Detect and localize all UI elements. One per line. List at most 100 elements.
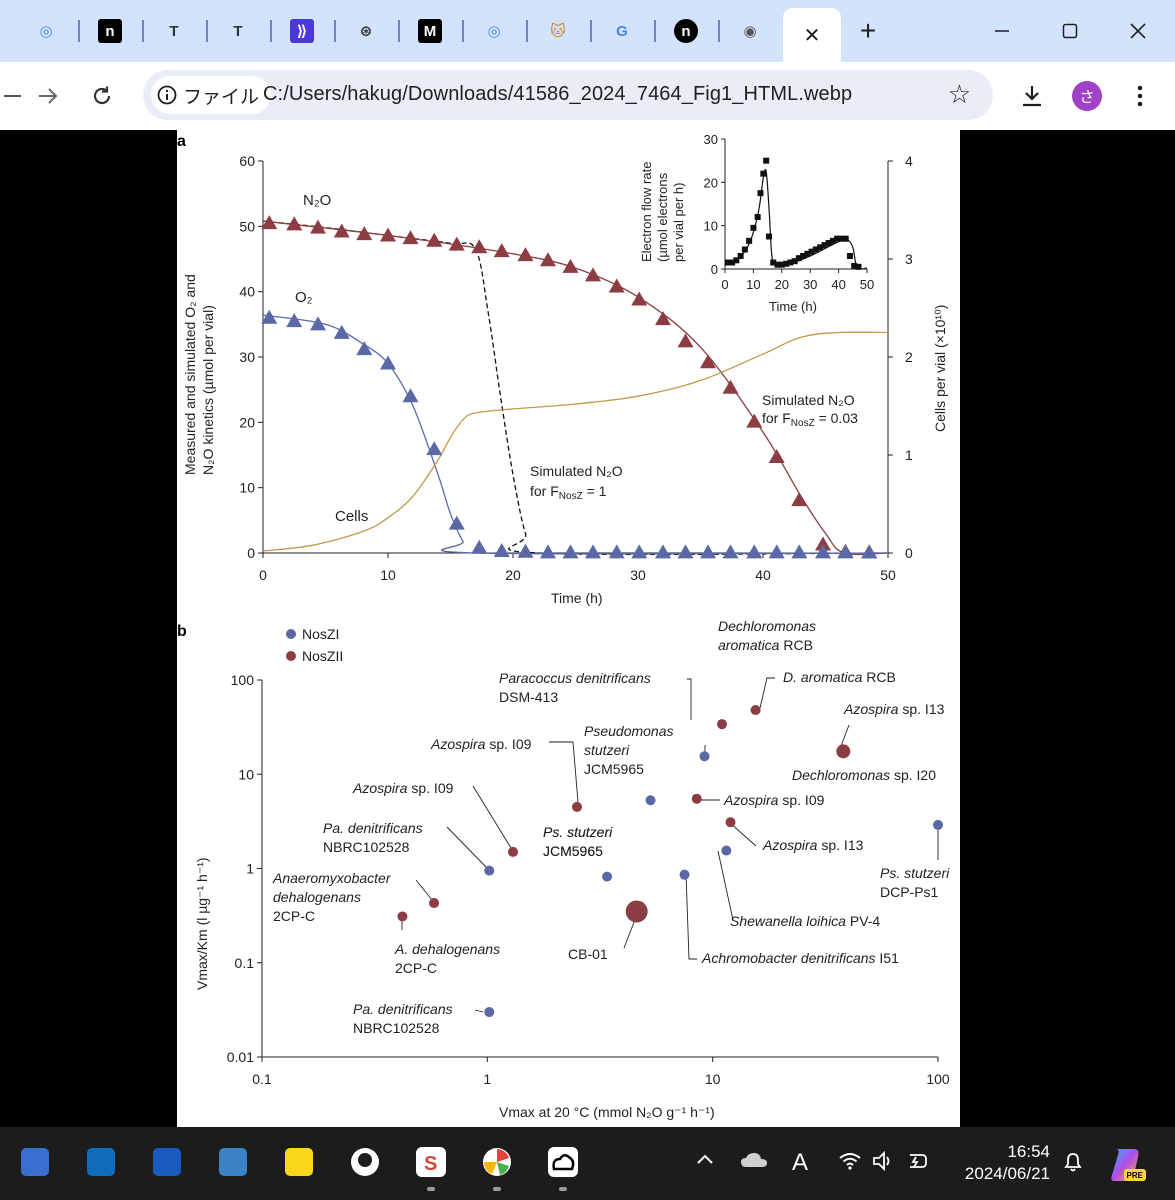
- panel-a-y-tick-label: 60: [239, 153, 255, 169]
- o2-point: [700, 544, 716, 559]
- species-label-part: sp. I13: [898, 701, 944, 717]
- annot-sim2-tail: = 0.03: [815, 410, 858, 426]
- taskbar-running-indicator: [559, 1187, 567, 1191]
- annot-sim2-line2: for FNosZ = 0.03: [762, 410, 858, 429]
- noszii-point: [625, 900, 648, 923]
- species-label: Pseudomonas: [584, 723, 674, 739]
- maximize-button[interactable]: [1050, 14, 1090, 48]
- wifi-icon[interactable]: [838, 1151, 862, 1177]
- panel-b-x-axis-label: Vmax at 20 °C (mmol N₂O g⁻¹ h⁻¹): [499, 1104, 715, 1120]
- species-label: JCM5965: [584, 761, 644, 777]
- legend-marker-noszi: [286, 629, 296, 639]
- panel-a-x-axis-label: Time (h): [551, 590, 603, 606]
- species-label: Shewanella loihica PV-4: [730, 913, 880, 929]
- species-label: Azospira sp. I13: [762, 837, 864, 853]
- back-button[interactable]: [0, 78, 30, 114]
- annot-sim1-line2: for FNosZ = 1: [530, 483, 607, 502]
- noszii-point: [836, 744, 851, 759]
- browser-tab-1[interactable]: ◎: [14, 8, 78, 54]
- download-button[interactable]: [1014, 78, 1050, 114]
- species-label: Azospira sp. I09: [352, 780, 454, 796]
- sticky-notes-icon[interactable]: [278, 1141, 320, 1183]
- n2o-point: [562, 258, 579, 273]
- menu-button[interactable]: [1124, 78, 1156, 114]
- o2-point: [746, 544, 763, 559]
- copilot-icon[interactable]: PRE: [1108, 1145, 1146, 1183]
- browser-tab-5[interactable]: ⟫: [270, 8, 334, 54]
- browser-tab-7[interactable]: M: [398, 8, 462, 54]
- word-icon[interactable]: [146, 1141, 188, 1183]
- s-app-icon[interactable]: S: [410, 1141, 452, 1183]
- notepad-icon[interactable]: [212, 1141, 254, 1183]
- bookmark-star-icon[interactable]: ☆: [948, 79, 971, 110]
- pond-icon: ◎: [487, 23, 501, 40]
- n2o-point: [517, 247, 534, 262]
- cat-image-icon: 🐱: [550, 23, 566, 40]
- o2-point: [333, 324, 350, 339]
- active-tab[interactable]: ✕: [783, 8, 841, 62]
- site-info-chip[interactable]: ファイル: [151, 76, 272, 114]
- panel-b-y-tick-label: 100: [231, 672, 255, 688]
- browser-tab-9[interactable]: 🐱: [526, 8, 590, 54]
- calculator-icon[interactable]: [14, 1141, 56, 1183]
- outlook-icon[interactable]: [80, 1141, 122, 1183]
- volume-icon[interactable]: [872, 1150, 896, 1177]
- reload-button[interactable]: [84, 78, 120, 114]
- panel-a-y-tick-label: 10: [239, 480, 255, 496]
- close-window-button[interactable]: [1118, 14, 1158, 48]
- species-label: 2CP-C: [273, 908, 315, 924]
- svg-text:S: S: [424, 1153, 437, 1175]
- browser-tab-4[interactable]: T: [206, 8, 270, 54]
- pinwheel-icon[interactable]: [476, 1141, 518, 1183]
- cloud-app-icon[interactable]: [542, 1141, 584, 1183]
- panel-a-inset-chart: 0 10 20 30 0 10 20 30 40 50: [704, 132, 875, 292]
- browser-tab-12[interactable]: ◉: [718, 8, 782, 54]
- new-tab-button[interactable]: +: [850, 14, 886, 48]
- browser-tab-11[interactable]: n: [654, 8, 718, 54]
- inset-y-tick-label: 30: [704, 132, 718, 147]
- panel-b-x-tick-label: 1: [483, 1071, 491, 1087]
- tray-chevron-icon[interactable]: [695, 1149, 715, 1175]
- browser-tab-6[interactable]: ⊛: [334, 8, 398, 54]
- species-label: Dechloromonas: [718, 618, 816, 634]
- onedrive-icon[interactable]: [740, 1151, 768, 1175]
- species-label-part: A. dehalogenans: [394, 941, 500, 957]
- forward-button[interactable]: [30, 78, 66, 114]
- url-text[interactable]: C:/Users/hakug/Downloads/41586_2024_7464…: [263, 83, 852, 106]
- minimize-button[interactable]: [982, 14, 1022, 48]
- panel-a-x-tick-label: 40: [755, 567, 771, 583]
- profile-avatar[interactable]: さ: [1072, 81, 1102, 111]
- species-label-part: CB-01: [568, 946, 608, 962]
- species-label: NBRC102528: [353, 1020, 440, 1036]
- noszii-point: [725, 817, 736, 828]
- browser-tab-2[interactable]: n: [78, 8, 142, 54]
- species-label-part: Pseudomonas: [584, 723, 674, 739]
- browser-tab-3[interactable]: T: [142, 8, 206, 54]
- noszi-point: [602, 871, 613, 882]
- inset-point: [842, 235, 849, 242]
- address-bar[interactable]: ファイル C:/Users/hakug/Downloads/41586_2024…: [143, 70, 993, 120]
- panel-b-x-tick-label: 10: [705, 1071, 721, 1087]
- species-label-part: I51: [876, 950, 900, 966]
- browser-tab-8[interactable]: ◎: [462, 8, 526, 54]
- battery-icon[interactable]: [906, 1151, 932, 1177]
- leader-line: [687, 678, 692, 720]
- panel-b-y-tick-label: 1: [246, 861, 254, 877]
- notification-bell-icon[interactable]: [1062, 1151, 1084, 1179]
- annot-sim1-tail: = 1: [583, 483, 607, 499]
- panel-a-left-axis-label-2: N₂O kinetics (µmol per vial): [200, 305, 216, 475]
- browser-tab-10[interactable]: G: [590, 8, 654, 54]
- species-label-part: DSM-413: [499, 689, 558, 705]
- system-clock[interactable]: 16:54 2024/06/21: [950, 1141, 1050, 1185]
- panel-a-y2-tick-label: 0: [905, 545, 913, 561]
- page-viewport[interactable]: a b 0 10 20 30 40 50 60 0 1 2 3 4 0 10 20 30 40 50 0 10 20 3…: [0, 130, 1175, 1127]
- noszi-point: [645, 795, 656, 806]
- panel-a-y-tick-label: 30: [239, 349, 255, 365]
- svg-text:PRE: PRE: [1127, 1171, 1144, 1180]
- github-icon[interactable]: [344, 1141, 386, 1183]
- close-tab-icon[interactable]: ✕: [804, 23, 821, 48]
- noszi-point: [484, 865, 495, 876]
- ime-mode-label[interactable]: A: [792, 1149, 808, 1177]
- o2-point: [562, 544, 579, 559]
- o2-point: [631, 544, 648, 559]
